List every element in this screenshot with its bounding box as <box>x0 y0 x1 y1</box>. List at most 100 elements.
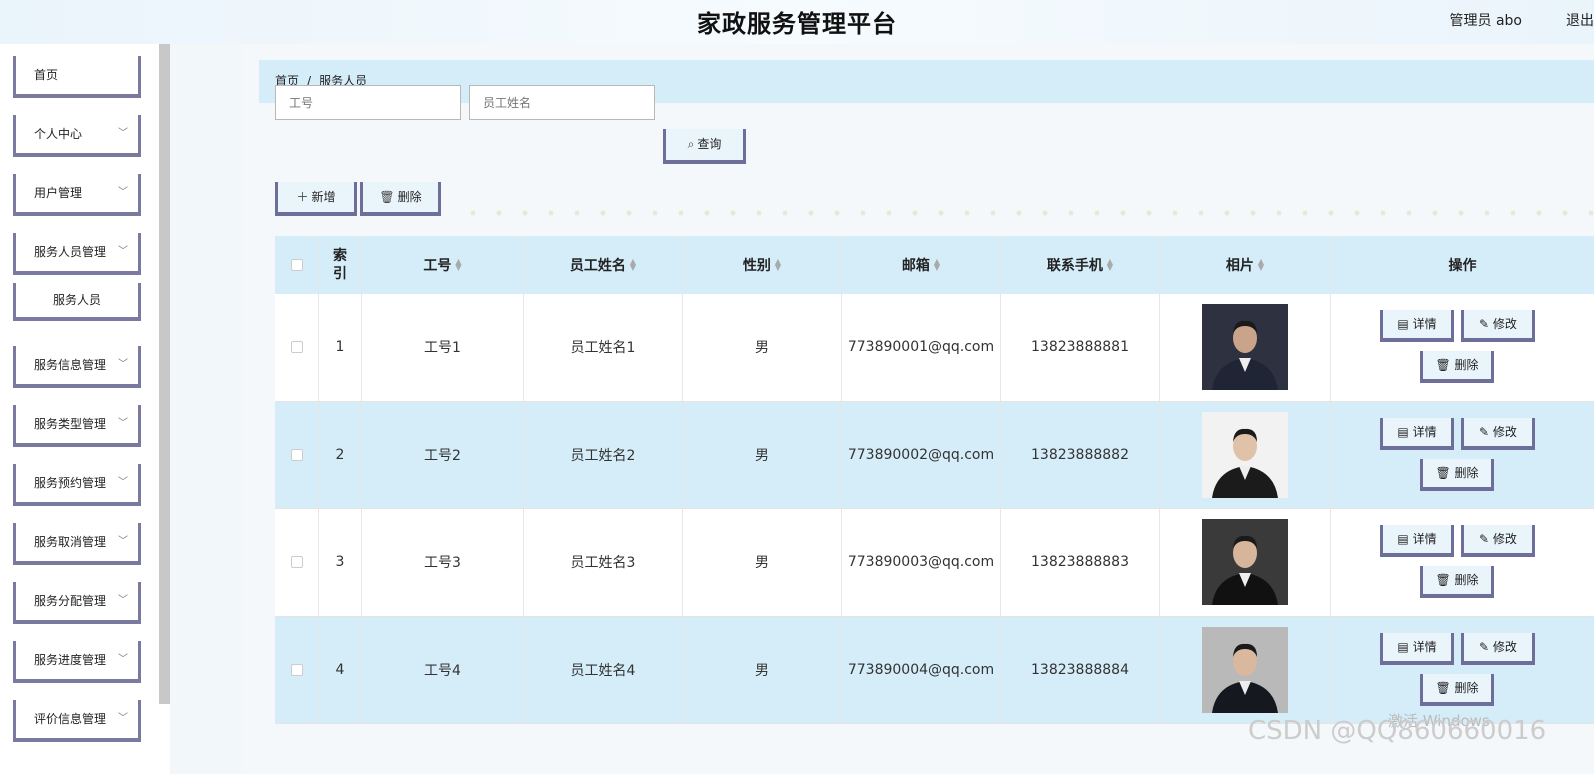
header-email[interactable]: 邮箱 ▲ ▼ <box>842 236 1001 294</box>
cell-index-text: 3 <box>335 554 345 571</box>
edit-button[interactable]: ✎ 修改 <box>1461 310 1535 342</box>
detail-button-label: 详情 <box>1412 532 1437 546</box>
detail-button[interactable]: ▤ 详情 <box>1380 525 1454 557</box>
cell-name-text: 员工姓名3 <box>570 555 636 572</box>
sidebar-item-service-info[interactable]: 服务信息管理 ﹀ <box>13 346 141 388</box>
header-staff-id[interactable]: 工号 ▲ ▼ <box>362 236 524 294</box>
header-staff-id-label: 工号 <box>423 258 452 274</box>
cell-staff-id: 工号4 <box>362 616 524 723</box>
cell-email: 773890003@qq.com <box>842 509 1001 616</box>
edit-button[interactable]: ✎ 修改 <box>1461 632 1535 665</box>
detail-icon: ▤ <box>1397 317 1413 331</box>
sidebar-item-service-progress[interactable]: 服务进度管理 ﹀ <box>13 641 141 683</box>
cell-email-text: 773890002@qq.com <box>847 446 995 463</box>
staff-photo[interactable] <box>1202 304 1288 391</box>
cell-staff-id-text: 工号1 <box>424 340 461 357</box>
header-actions: 操作 <box>1331 236 1594 294</box>
detail-button[interactable]: ▤ 详情 <box>1380 417 1454 450</box>
cell-select[interactable] <box>275 509 319 616</box>
sidebar-item-service-type[interactable]: 服务类型管理 ﹀ <box>13 405 141 447</box>
staff-id-search-input[interactable] <box>275 85 461 120</box>
cell-select[interactable] <box>275 294 319 401</box>
detail-icon: ▤ <box>1397 424 1413 439</box>
row-checkbox[interactable] <box>290 556 303 569</box>
staff-photo[interactable] <box>1202 411 1288 498</box>
cell-name: 员工姓名2 <box>524 401 683 508</box>
sidebar-item-service-cancel[interactable]: 服务取消管理 ﹀ <box>13 523 141 565</box>
row-checkbox[interactable] <box>290 448 303 461</box>
row-checkbox[interactable] <box>290 663 303 676</box>
sidebar-item-user-management[interactable]: 用户管理 ﹀ <box>13 174 141 216</box>
cell-gender: 男 <box>683 509 842 616</box>
sidebar-item-label: 服务人员 <box>52 293 101 307</box>
detail-button-label: 详情 <box>1412 424 1437 439</box>
cell-staff-id: 工号2 <box>362 401 524 508</box>
cell-email: 773890004@qq.com <box>842 616 1001 723</box>
detail-button-label: 详情 <box>1412 317 1437 331</box>
logout-link[interactable]: 退出 <box>1566 10 1594 30</box>
edit-icon: ✎ <box>1479 639 1493 654</box>
delete-button[interactable]: 🗑 删除 <box>1420 566 1494 598</box>
sidebar-item-review-info[interactable]: 评价信息管理 ﹀ <box>13 700 141 742</box>
batch-delete-button[interactable]: 🗑 删除 <box>360 182 441 216</box>
cell-select[interactable] <box>275 401 319 508</box>
header-name-label: 员工姓名 <box>569 258 626 274</box>
sort-icon[interactable]: ▲ ▼ <box>630 258 636 272</box>
staff-photo[interactable] <box>1202 519 1288 606</box>
edit-button[interactable]: ✎ 修改 <box>1461 417 1535 450</box>
table-header: 索引 工号 ▲ ▼ 员工姓名 ▲ ▼ 性别 ▲ ▼ 邮箱 ▲ ▼ 联系手机 ▲ ▼ 相片 ▲ ▼ 操作 <box>275 236 1594 294</box>
delete-button[interactable]: 🗑 删除 <box>1420 351 1494 383</box>
cell-index: 2 <box>319 401 362 508</box>
trash-icon: 🗑 <box>379 190 395 204</box>
sidebar-subitem-staff[interactable]: 服务人员 <box>13 283 141 321</box>
chevron-down-icon: ﹀ <box>118 477 128 488</box>
add-button[interactable]: ＋新增 <box>275 182 357 216</box>
query-button[interactable]: ⌕ 查询 <box>663 129 746 164</box>
sort-icon[interactable]: ▲ ▼ <box>455 258 461 272</box>
trash-icon: 🗑 <box>1435 358 1455 372</box>
select-all-checkbox[interactable] <box>290 259 303 271</box>
sidebar-item-service-assign[interactable]: 服务分配管理 ﹀ <box>13 582 141 624</box>
delete-button-label: 删除 <box>1454 680 1479 695</box>
sidebar-item-staff-management[interactable]: 服务人员管理 ﹀ <box>13 233 141 275</box>
delete-button[interactable]: 🗑 删除 <box>1420 458 1494 491</box>
detail-button[interactable]: ▤ 详情 <box>1380 632 1454 665</box>
sidebar-scrollbar[interactable] <box>159 44 170 704</box>
sidebar-item-personal-center[interactable]: 个人中心 ﹀ <box>13 115 141 157</box>
cell-index-text: 4 <box>335 661 345 678</box>
sidebar-item-label: 服务人员管理 <box>34 245 107 259</box>
cell-photo <box>1160 616 1331 723</box>
staff-photo[interactable] <box>1202 626 1288 713</box>
header-gender[interactable]: 性别 ▲ ▼ <box>683 236 842 294</box>
cell-select[interactable] <box>275 616 319 723</box>
batch-delete-button-label: 删除 <box>397 190 422 204</box>
chevron-down-icon: ﹀ <box>118 359 128 370</box>
table-row: 1 工号1 员工姓名1 男 773890001@qq.com 13823888881 ▤ … <box>275 294 1594 402</box>
header-photo[interactable]: 相片 ▲ ▼ <box>1160 236 1331 294</box>
cell-staff-id: 工号1 <box>362 294 524 401</box>
chevron-down-icon: ﹀ <box>118 128 128 139</box>
staff-name-search-input[interactable] <box>469 85 655 120</box>
cell-email-text: 773890004@qq.com <box>847 661 995 678</box>
row-checkbox[interactable] <box>290 341 303 354</box>
header-select-all[interactable] <box>275 236 319 294</box>
sidebar-item-service-booking[interactable]: 服务预约管理 ﹀ <box>13 464 141 506</box>
cell-photo <box>1160 294 1331 401</box>
sort-icon[interactable]: ▲ ▼ <box>775 258 781 272</box>
cell-gender: 男 <box>683 294 842 401</box>
sort-icon[interactable]: ▲ ▼ <box>934 258 940 272</box>
sidebar-item-home[interactable]: 首页 <box>13 56 141 98</box>
header-name[interactable]: 员工姓名 ▲ ▼ <box>524 236 683 294</box>
sort-icon[interactable]: ▲ ▼ <box>1107 258 1113 272</box>
cell-photo <box>1160 509 1331 616</box>
sidebar-item-label: 服务进度管理 <box>34 653 107 667</box>
edit-button[interactable]: ✎ 修改 <box>1461 525 1535 557</box>
add-button-label: 新增 <box>311 190 336 204</box>
chevron-down-icon: ﹀ <box>118 595 128 606</box>
cell-gender: 男 <box>683 616 842 723</box>
header-index-label: 索引 <box>333 248 347 282</box>
sort-icon[interactable]: ▲ ▼ <box>1258 258 1264 272</box>
detail-button[interactable]: ▤ 详情 <box>1380 310 1454 342</box>
header-phone[interactable]: 联系手机 ▲ ▼ <box>1001 236 1160 294</box>
delete-button[interactable]: 🗑 删除 <box>1420 673 1494 706</box>
